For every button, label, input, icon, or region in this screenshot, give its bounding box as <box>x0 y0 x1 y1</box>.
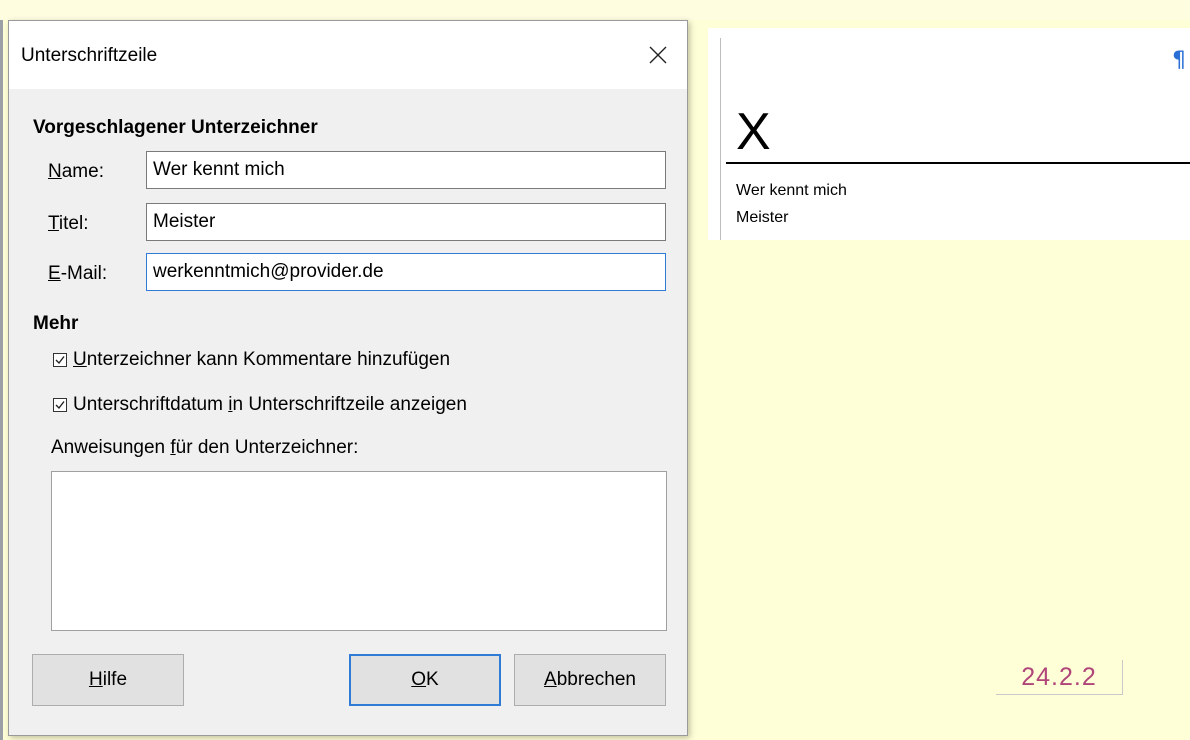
signer-title-text: Meister <box>736 209 789 226</box>
close-icon <box>649 46 667 64</box>
show-date-label: Unterschriftdatum in Unterschriftzeile a… <box>73 394 467 416</box>
check-icon <box>55 401 65 410</box>
name-label: Name: <box>48 161 104 183</box>
page-margin-line <box>720 38 721 240</box>
left-edge <box>0 20 3 740</box>
email-label-text: -Mail: <box>60 263 108 284</box>
ok-button-mnemonic: O <box>411 669 427 690</box>
show-date-text-pre: Unterschriftdatum <box>73 394 229 415</box>
signer-name-text: Wer kennt mich <box>736 182 847 199</box>
ok-button-label: K <box>426 669 439 690</box>
document-page: ¶ X Wer kennt mich Meister <box>708 28 1190 240</box>
ok-button[interactable]: OK <box>349 654 501 706</box>
signer-section-heading: Vorgeschlagener Unterzeichner <box>33 117 318 138</box>
help-button-mnemonic: H <box>88 669 103 690</box>
name-field[interactable] <box>146 151 666 189</box>
cancel-button-mnemonic: A <box>544 669 557 690</box>
pilcrow-icon: ¶ <box>1172 48 1186 73</box>
cancel-button-label: bbrechen <box>556 669 636 690</box>
instructions-text-pre: Anweisungen <box>51 437 171 458</box>
instructions-text-rest: ür den Unterzeichner: <box>175 437 359 458</box>
version-badge: 24.2.2 <box>996 660 1123 695</box>
allow-comments-label: Unterzeichner kann Kommentare hinzufügen <box>73 349 450 371</box>
title-label: Titel: <box>48 213 88 235</box>
show-date-checkbox[interactable] <box>53 398 67 412</box>
allow-comments-option[interactable]: Unterzeichner kann Kommentare hinzufügen <box>53 349 450 371</box>
dialog-title: Unterschriftzeile <box>21 45 158 66</box>
email-label-mnemonic: E <box>48 263 61 284</box>
help-button[interactable]: Hilfe <box>32 654 184 706</box>
title-label-mnemonic: T <box>48 213 59 234</box>
title-label-text: itel: <box>58 213 89 234</box>
allow-comments-checkbox[interactable] <box>53 353 67 367</box>
signature-line-dialog: Unterschriftzeile Vorgeschlagener Unterz… <box>8 20 688 736</box>
name-label-mnemonic: N <box>48 161 62 182</box>
allow-comments-text: nterzeichner kann Kommentare hinzufügen <box>86 349 451 370</box>
signature-mark: X <box>736 103 771 161</box>
show-date-text-rest: n Unterschriftzeile anzeigen <box>232 394 467 415</box>
dialog-titlebar: Unterschriftzeile <box>9 21 687 89</box>
email-field[interactable] <box>146 253 666 291</box>
close-button[interactable] <box>629 35 687 75</box>
show-date-option[interactable]: Unterschriftdatum in Unterschriftzeile a… <box>53 394 467 416</box>
instructions-label: Anweisungen für den Unterzeichner: <box>51 437 358 459</box>
top-strip <box>0 0 1190 20</box>
help-button-label: ilfe <box>102 669 128 690</box>
check-icon <box>55 356 65 365</box>
more-section-heading: Mehr <box>33 313 79 334</box>
title-field[interactable] <box>146 203 666 241</box>
instructions-textarea[interactable] <box>51 471 667 631</box>
email-label: E-Mail: <box>48 263 107 285</box>
cancel-button[interactable]: Abbrechen <box>514 654 666 706</box>
signature-line <box>726 162 1190 164</box>
name-label-text: ame: <box>61 161 104 182</box>
allow-comments-mnemonic: U <box>73 349 87 370</box>
